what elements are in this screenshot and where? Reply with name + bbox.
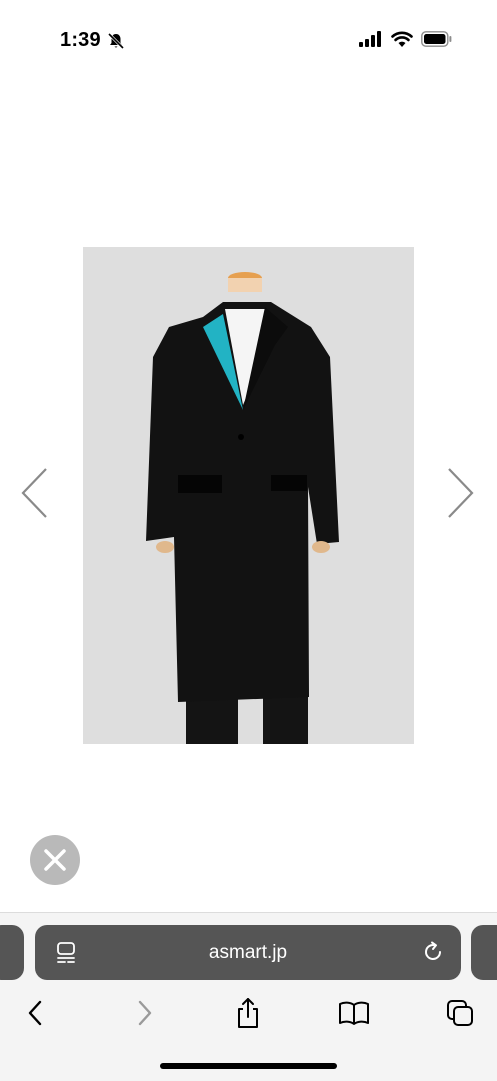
status-bar: 1:39 (0, 0, 497, 80)
reload-icon[interactable] (421, 940, 445, 964)
close-icon (44, 849, 66, 871)
chevron-right-icon (448, 468, 474, 518)
forward-button[interactable] (124, 993, 164, 1033)
battery-icon (421, 31, 452, 47)
previous-tab-preview[interactable] (0, 925, 24, 980)
bell-slash-icon (107, 32, 125, 50)
tabs-button[interactable] (440, 993, 480, 1033)
chevron-left-icon (21, 468, 47, 518)
safari-toolbar (0, 993, 497, 1033)
image-gallery (0, 80, 497, 900)
bookmarks-icon (339, 1001, 369, 1025)
share-icon (238, 998, 258, 1028)
forward-icon (138, 1000, 152, 1026)
url-text: asmart.jp (208, 942, 288, 963)
status-icons (359, 31, 453, 47)
wifi-icon (391, 31, 413, 47)
close-gallery-button[interactable] (30, 835, 80, 885)
next-image-button[interactable] (440, 463, 480, 523)
back-button[interactable] (16, 993, 56, 1033)
product-photo[interactable] (83, 247, 414, 744)
previous-image-button[interactable] (15, 463, 55, 523)
bookmarks-button[interactable] (334, 993, 374, 1033)
address-bar[interactable]: asmart.jp (35, 925, 461, 980)
back-icon (28, 1000, 42, 1026)
coat-illustration (83, 247, 414, 744)
safari-bottom-bar: asmart.jp (0, 912, 497, 1081)
share-button[interactable] (228, 993, 268, 1033)
tabs-icon (447, 1000, 473, 1026)
next-tab-preview[interactable] (471, 925, 497, 980)
home-indicator[interactable] (160, 1063, 337, 1069)
status-time: 1:39 (60, 29, 101, 51)
cellular-signal-icon (359, 31, 381, 47)
